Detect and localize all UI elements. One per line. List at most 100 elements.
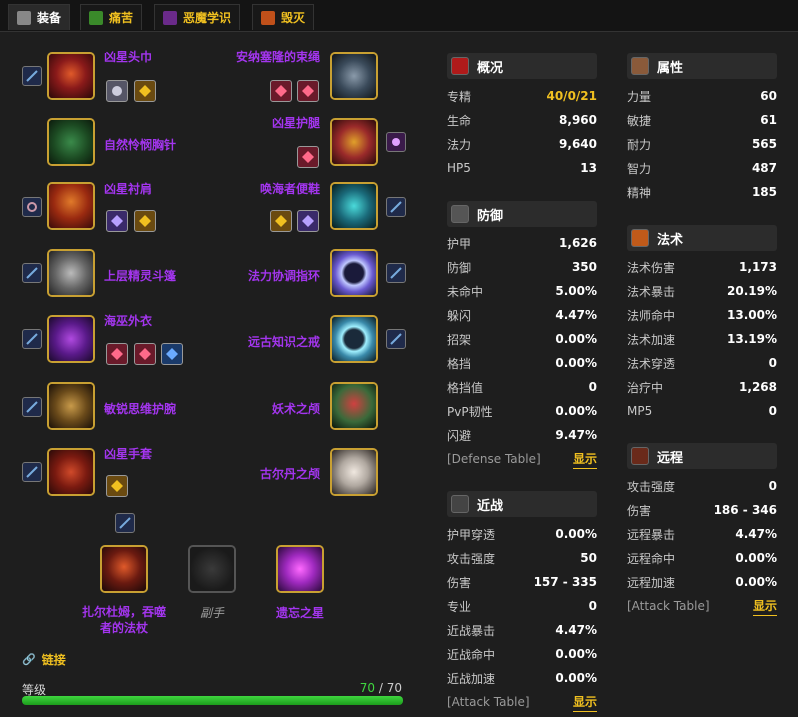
stat-row: MP5 0 [627,401,777,421]
cloak-icon [49,251,93,295]
gear-slot-neck[interactable] [47,118,95,166]
stat-row: 远程加速 0.00% [627,572,777,592]
gem-icon[interactable] [106,343,128,365]
enchant-icon[interactable] [22,462,42,482]
item-name-shoulder[interactable]: 凶星衬肩 [104,180,152,197]
tab-destruction[interactable]: 毁灭 [252,4,315,30]
leggings-icon [332,120,376,164]
gear-slot-legs[interactable] [330,118,378,166]
gear-slot-hands[interactable] [47,448,95,496]
stat-label: 法术伤害 [627,260,676,275]
stat-row: 近战命中 0.00% [447,644,597,664]
gear-slot-ranged[interactable] [276,545,324,593]
item-name-chest[interactable]: 海巫外衣 [104,312,152,329]
melee-table-row: [Attack Table] 显示 [447,692,597,712]
stat-value: 565 [751,137,777,151]
tab-affliction[interactable]: 痛苦 [80,4,143,30]
enchant-icon[interactable] [22,197,42,217]
gem-icon[interactable] [297,210,319,232]
gear-slot-chest[interactable] [47,315,95,363]
stat-label: 法术穿透 [627,356,676,371]
tab-demonology[interactable]: 恶魔学识 [154,4,241,30]
item-name-ring2[interactable]: 远古知识之戒 [248,333,320,350]
defense-table-show-button[interactable]: 显示 [572,450,597,469]
enchant-icon[interactable] [22,329,42,349]
enchant-icon[interactable] [386,263,406,283]
gear-slot-wrist[interactable] [47,382,95,430]
gem-icon[interactable] [297,80,319,102]
enchant-icon[interactable] [386,132,406,152]
gear-slot-waist[interactable] [330,52,378,100]
stat-row: 近战暴击 4.47% [447,620,597,640]
gem-icon[interactable] [106,80,128,102]
gear-slot-offhand[interactable] [188,545,236,593]
item-name-trinket2[interactable]: 古尔丹之颅 [260,465,320,482]
affliction-icon [89,10,103,25]
gem-icon[interactable] [270,80,292,102]
gear-slot-head[interactable] [47,52,95,100]
fist-icon [631,57,649,75]
tab-equipment[interactable]: 装备 [8,4,71,30]
enchant-icon[interactable] [22,66,42,86]
gem-icon[interactable] [297,146,319,168]
gem-icon[interactable] [270,210,292,232]
tab-label: 毁灭 [281,11,306,25]
item-name-wrist[interactable]: 敏锐思维护腕 [104,400,176,417]
gear-slot-shoulder[interactable] [47,182,95,230]
item-name-waist[interactable]: 安纳塞隆的束绳 [236,48,320,65]
item-name-legs[interactable]: 凶星护腿 [272,114,320,131]
ranged-table-show-button[interactable]: 显示 [752,597,777,616]
enchant-icon[interactable] [115,513,135,533]
item-name-ring1[interactable]: 法力协调指环 [248,267,320,284]
gem-icon[interactable] [134,343,156,365]
stat-row: 力量 60 [627,86,777,106]
item-name-feet[interactable]: 唤海者便鞋 [260,180,320,197]
gear-slot-ring1[interactable] [330,249,378,297]
robe-icon [49,317,93,361]
stat-row: 生命 8,960 [447,110,597,130]
stat-label: 敏捷 [627,113,652,128]
item-name-ranged[interactable]: 遗忘之星 [276,604,324,621]
item-name-head[interactable]: 凶星头巾 [104,48,152,65]
enchant-icon[interactable] [386,329,406,349]
links-button[interactable]: 🔗 链接 [22,651,66,668]
gear-slot-back[interactable] [47,249,95,297]
item-name-hands[interactable]: 凶星手套 [104,445,152,462]
gear-slot-trinket2[interactable] [330,448,378,496]
stat-label: 格挡值 [447,380,484,395]
gem-icon[interactable] [106,475,128,497]
crossed-swords-icon [451,495,469,513]
melee-table-show-button[interactable]: 显示 [572,693,597,712]
gear-slot-ring2[interactable] [330,315,378,363]
gear-slot-mainhand[interactable] [100,545,148,593]
stat-row: 远程命中 0.00% [627,548,777,568]
ranged-wand-icon [631,447,649,465]
item-name-back[interactable]: 上层精灵斗篷 [104,267,176,284]
gem-icon[interactable] [161,343,183,365]
item-name-mainhand[interactable]: 扎尔杜姆，吞噬者的法杖 [78,604,170,636]
level-bar [22,696,403,705]
tab-label: 痛苦 [109,11,134,25]
enchant-icon[interactable] [22,263,42,283]
enchant-icon[interactable] [386,197,406,217]
gem-icon[interactable] [134,80,156,102]
item-name-neck[interactable]: 自然怜悯胸针 [104,136,176,153]
armor-icon [17,10,31,25]
stat-value: 9.47% [555,428,597,442]
stat-value: 0 [768,356,777,370]
enchant-icon[interactable] [22,397,42,417]
gear-slot-trinket1[interactable] [330,382,378,430]
stat-value: 350 [571,260,597,274]
gem-icon[interactable] [134,210,156,232]
defense-table-row: [Defense Table] 显示 [447,449,597,469]
stat-label: 专业 [447,599,472,614]
stat-row: 招架 0.00% [447,329,597,349]
stat-row: 防御 350 [447,257,597,277]
gear-slot-feet[interactable] [330,182,378,230]
item-name-trinket1[interactable]: 妖术之颅 [272,400,320,417]
stat-label: 近战命中 [447,647,496,662]
spell-wand-icon [631,229,649,247]
gem-icon[interactable] [106,210,128,232]
stat-row: 法术穿透 0 [627,353,777,373]
stat-value: 60 [760,89,777,103]
